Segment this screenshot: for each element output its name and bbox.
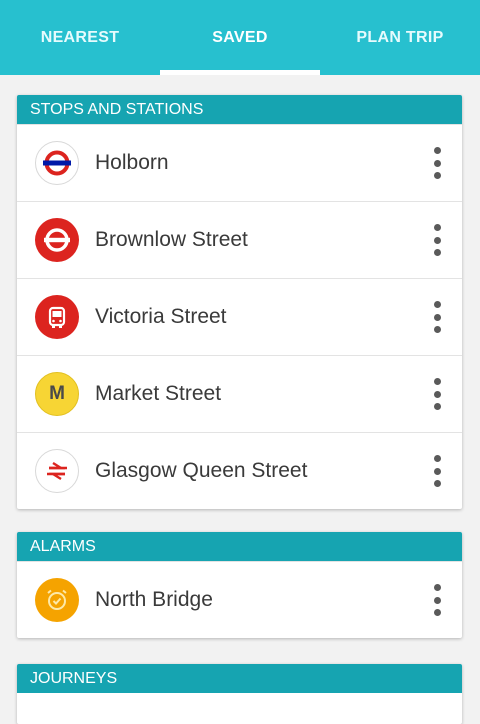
national-rail-icon [35,449,79,493]
more-options-icon[interactable] [432,378,442,410]
more-options-icon[interactable] [432,455,442,487]
list-item[interactable]: Brownlow Street [17,201,462,278]
journeys-section-header: JOURNEYS [17,664,462,693]
list-item[interactable]: M Market Street [17,355,462,432]
alarms-card: ALARMS North Bridge [17,532,462,638]
more-options-icon[interactable] [432,147,442,179]
list-item-label: Brownlow Street [95,228,248,251]
list-item-label: North Bridge [95,588,213,611]
list-item-label: Victoria Street [95,305,227,328]
more-options-icon[interactable] [432,224,442,256]
stops-and-stations-card: STOPS AND STATIONS Holborn Brownlow Stre… [17,95,462,509]
alarm-clock-icon [35,578,79,622]
list-item-label: Holborn [95,151,169,174]
alarms-section-header: ALARMS [17,532,462,561]
tab-nearest[interactable]: NEAREST [0,0,160,75]
list-item[interactable]: Glasgow Queen Street [17,432,462,509]
underground-roundel-icon [35,141,79,185]
list-item[interactable]: Victoria Street [17,278,462,355]
tab-saved[interactable]: SAVED [160,0,320,75]
bus-icon [35,295,79,339]
more-options-icon[interactable] [432,301,442,333]
more-options-icon[interactable] [432,584,442,616]
tab-plan-trip[interactable]: PLAN TRIP [320,0,480,75]
metro-m-text: M [49,383,65,404]
journeys-card: JOURNEYS [17,664,462,724]
list-item-label: Glasgow Queen Street [95,459,308,482]
active-tab-indicator [160,70,320,75]
list-item[interactable]: North Bridge [17,561,462,638]
tab-bar: NEAREST SAVED PLAN TRIP [0,0,480,75]
list-item[interactable]: Holborn [17,124,462,201]
stops-section-header: STOPS AND STATIONS [17,95,462,124]
list-item-label: Market Street [95,382,222,405]
metro-m-icon: M [35,372,79,416]
bus-roundel-icon [35,218,79,262]
